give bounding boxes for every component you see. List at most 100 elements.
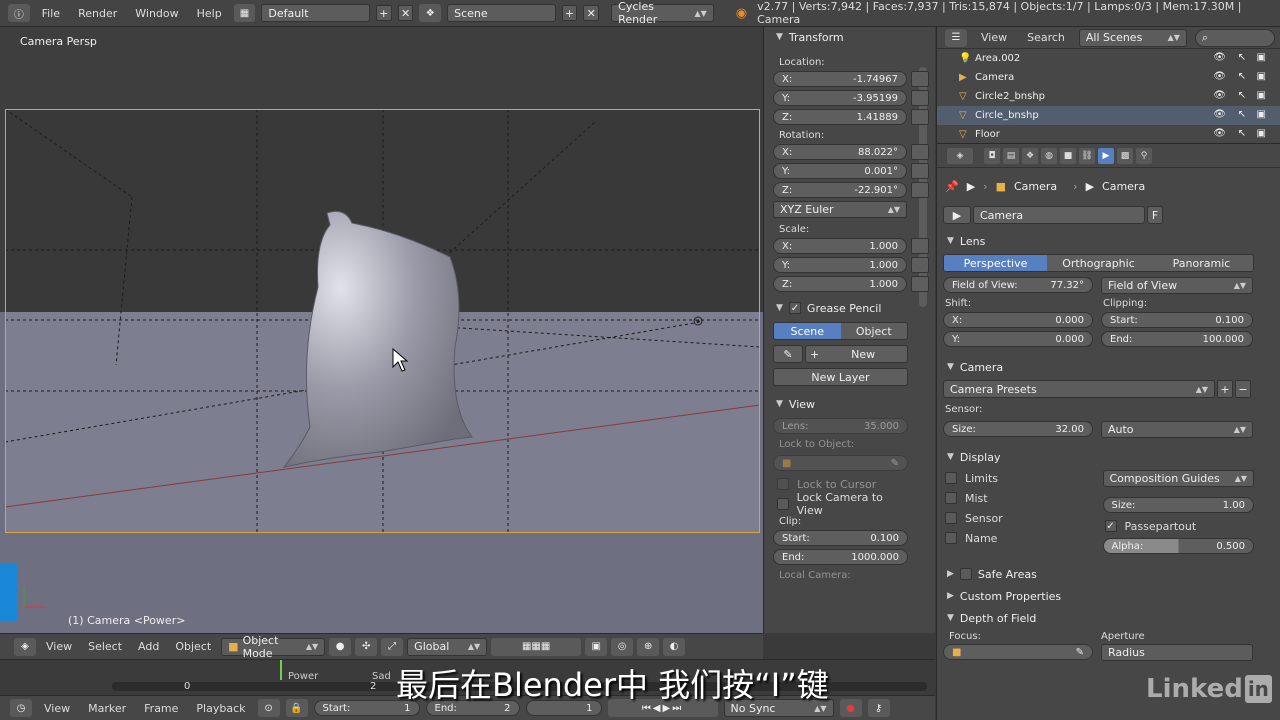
eye-icon[interactable]: 👁	[1213, 90, 1226, 101]
gp-scene-button[interactable]: Scene	[774, 323, 841, 339]
menu-help[interactable]: Help	[191, 7, 228, 20]
pencil-icon[interactable]: ✎	[773, 345, 803, 363]
camera-presets-dropdown[interactable]: Camera Presets ▲▼	[943, 380, 1215, 398]
eye-icon[interactable]: 👁	[1213, 128, 1226, 139]
tab-world[interactable]: ◍	[1041, 147, 1057, 164]
outliner-item-floor[interactable]: ▽ Floor 👁 ↖ ▣	[937, 125, 1280, 144]
scale-x-field[interactable]: X: 1.000	[773, 238, 907, 254]
tab-texture[interactable]: ▩	[1117, 147, 1133, 164]
pivot-icon[interactable]: ✣	[355, 637, 378, 656]
shift-x-field[interactable]: X: 0.000	[943, 312, 1093, 328]
render-camera-icon[interactable]: ▣	[1257, 71, 1266, 82]
passepartout-row[interactable]: ✓ Passepartout	[1103, 516, 1255, 536]
render-engine-dropdown[interactable]: Cycles Render ▲▼	[611, 0, 714, 26]
scale-y-field[interactable]: Y: 1.000	[773, 257, 907, 273]
proportional-icon[interactable]: ◎	[611, 637, 634, 656]
eye-icon[interactable]: 👁	[1213, 52, 1226, 63]
menu-select[interactable]: Select	[82, 640, 128, 653]
outliner-item-area[interactable]: 💡 Area.002 👁 ↖ ▣	[937, 49, 1280, 68]
keying-icon[interactable]: ⚷	[867, 699, 890, 717]
safe-areas-section-header[interactable]: ▶ Safe Areas	[937, 563, 1280, 585]
timeline-editor-icon[interactable]: ◷	[10, 699, 32, 717]
eye-icon[interactable]: 👁	[1213, 109, 1226, 120]
lock-range-icon[interactable]: 🔒	[285, 699, 308, 717]
add-scene-button[interactable]: +	[561, 5, 578, 21]
display-size-field[interactable]: Size: 1.00	[1102, 497, 1254, 513]
outliner-search-input[interactable]: ⌕	[1194, 28, 1275, 47]
safe-areas-checkbox[interactable]	[959, 568, 972, 580]
transform-panel-header[interactable]: ▼ Transform	[764, 27, 935, 47]
menu-window[interactable]: Window	[129, 7, 184, 20]
dof-section-header[interactable]: ▼ Depth of Field	[937, 607, 1280, 629]
rotation-mode-dropdown[interactable]: XYZ Euler ▲▼	[773, 201, 907, 218]
tab-physics[interactable]: ⚲	[1136, 147, 1152, 164]
lens-field[interactable]: Lens: 35.000	[773, 418, 908, 434]
perspective-button[interactable]: Perspective	[944, 255, 1047, 271]
cursor-icon[interactable]: ↖	[1238, 90, 1246, 101]
editor-type-icon[interactable]: ◈	[14, 637, 36, 656]
outliner-menu-view[interactable]: View	[975, 31, 1013, 44]
lens-unit-dropdown[interactable]: Field of View ▲▼	[1101, 277, 1253, 294]
menu-frame[interactable]: Frame	[138, 702, 184, 715]
menu-object[interactable]: Object	[169, 640, 217, 653]
limits-row[interactable]: Limits	[945, 468, 1095, 488]
snap-icon[interactable]: ⊕	[637, 637, 660, 656]
location-x-field[interactable]: X: -1.74967	[773, 71, 907, 87]
menu-view[interactable]: View	[40, 640, 78, 653]
menu-marker[interactable]: Marker	[82, 702, 132, 715]
clipping-start-field[interactable]: Start: 0.100	[1101, 312, 1253, 328]
info-editor-icon[interactable]: ⓘ	[8, 4, 30, 22]
lock-icon[interactable]: ▣	[585, 637, 608, 656]
outliner-item-camera[interactable]: ▶ Camera 👁 ↖ ▣	[937, 68, 1280, 87]
remove-preset-button[interactable]: −	[1235, 380, 1251, 398]
lock-to-cursor-row[interactable]: Lock to Cursor	[773, 474, 908, 494]
sensor-checkbox[interactable]	[945, 512, 957, 524]
render-icon[interactable]: ◐	[663, 637, 686, 656]
remove-scene-button[interactable]: ✕	[583, 5, 600, 21]
camera-section-header[interactable]: ▼ Camera	[937, 356, 1280, 378]
mode-dropdown[interactable]: ■ Object Mode ▲▼	[221, 634, 326, 660]
menu-add[interactable]: Add	[132, 640, 165, 653]
sensor-row[interactable]: Sensor	[945, 508, 1095, 528]
aperture-type-dropdown[interactable]: Radius	[1101, 644, 1253, 661]
scale-z-field[interactable]: Z: 1.000	[773, 276, 907, 292]
orientation-dropdown[interactable]: Global ▲▼	[407, 637, 488, 656]
cursor-icon[interactable]: ↖	[1238, 128, 1246, 139]
shift-y-field[interactable]: Y: 0.000	[943, 331, 1093, 347]
outliner-menu-search[interactable]: Search	[1021, 31, 1071, 44]
outliner-editor-icon[interactable]: ☰	[945, 28, 967, 47]
lock-scale-x-icon[interactable]	[911, 238, 929, 254]
add-layout-button[interactable]: +	[375, 5, 392, 21]
eye-icon[interactable]: 👁	[1213, 71, 1226, 82]
display-section-header[interactable]: ▼ Display	[937, 446, 1280, 468]
lock-scale-z-icon[interactable]	[911, 276, 929, 292]
camera-datablock-field[interactable]: Camera	[973, 206, 1145, 224]
render-camera-icon[interactable]: ▣	[1257, 128, 1266, 139]
field-of-view-field[interactable]: Field of View: 77.32°	[943, 277, 1093, 293]
clipping-end-field[interactable]: End: 100.000	[1101, 331, 1253, 347]
passepartout-checkbox[interactable]: ✓	[1104, 520, 1117, 532]
mist-checkbox[interactable]	[945, 492, 957, 504]
tab-camera-data[interactable]: ▶	[1098, 147, 1114, 164]
lock-rotation-x-icon[interactable]	[911, 144, 929, 160]
lock-camera-to-view-checkbox[interactable]	[777, 498, 789, 510]
name-row[interactable]: Name	[945, 528, 1095, 548]
location-z-field[interactable]: Z: 1.41889	[773, 109, 907, 125]
lock-object-field[interactable]: ■ ✎	[773, 455, 908, 471]
rotation-y-field[interactable]: Y: 0.001°	[773, 163, 907, 179]
record-toggle-icon[interactable]: ⊙	[257, 699, 280, 717]
orthographic-button[interactable]: Orthographic	[1047, 255, 1150, 271]
scene-icon[interactable]: ❖	[419, 4, 442, 22]
3d-viewport[interactable]: Camera Persp (1) Camera <Power>	[0, 27, 763, 633]
rotation-z-field[interactable]: Z: -22.901°	[773, 182, 907, 198]
manipulator-icon[interactable]: ⤢	[381, 637, 404, 656]
outliner-item-circle2[interactable]: ▽ Circle2_bnshp 👁 ↖ ▣	[937, 87, 1280, 106]
location-y-field[interactable]: Y: -3.95199	[773, 90, 907, 106]
display-mode-dropdown[interactable]: All Scenes ▲▼	[1078, 28, 1187, 47]
remove-layout-button[interactable]: ✕	[397, 5, 414, 21]
layers-grid-icon[interactable]: ▦▦▦	[491, 637, 582, 656]
gp-new-layer-button[interactable]: New Layer	[773, 368, 908, 386]
camera-datablock-icon[interactable]: ▶	[943, 206, 971, 224]
tab-constraints[interactable]: ⛓	[1079, 147, 1095, 164]
current-frame-line[interactable]	[280, 660, 282, 680]
